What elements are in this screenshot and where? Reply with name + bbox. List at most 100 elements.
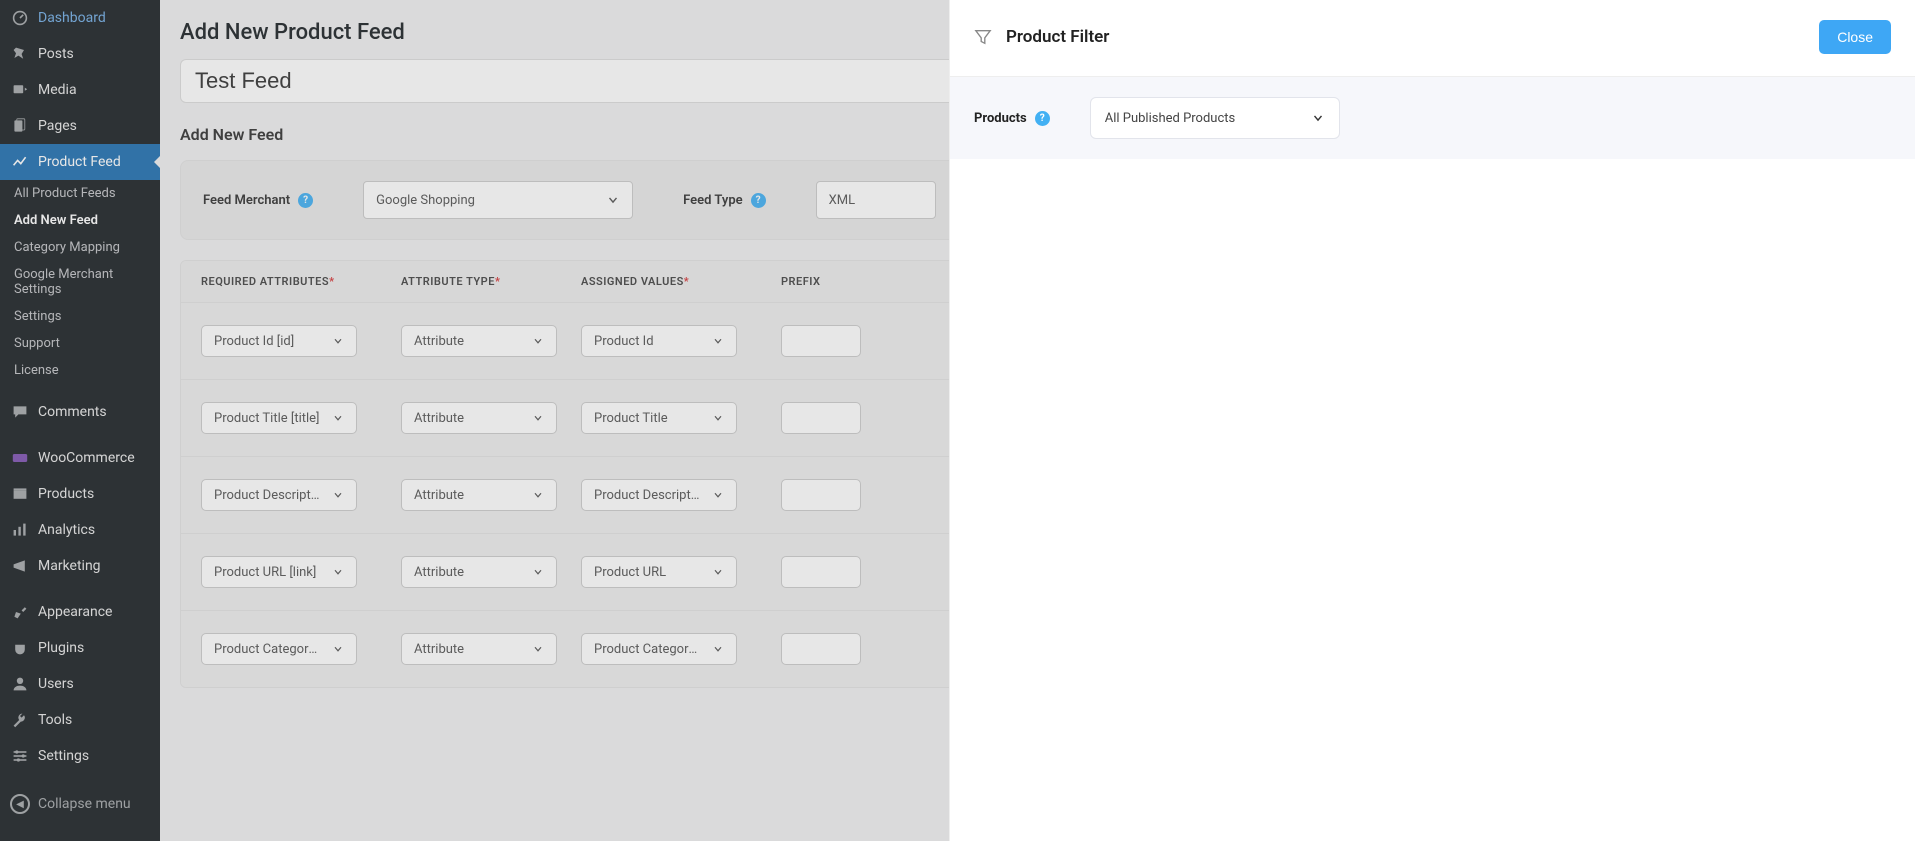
chevron-down-icon bbox=[532, 412, 544, 424]
attr-type-select[interactable]: Attribute bbox=[401, 633, 557, 665]
page-icon bbox=[10, 116, 30, 136]
required-attr-select[interactable]: Product URL [link] bbox=[201, 556, 357, 588]
woo-icon bbox=[10, 448, 30, 468]
sidebar-label: Plugins bbox=[38, 640, 84, 656]
sidebar-item-users[interactable]: Users bbox=[0, 666, 160, 702]
chart-icon bbox=[10, 152, 30, 172]
drawer-header: Product Filter Close bbox=[950, 0, 1915, 77]
dashboard-icon bbox=[10, 8, 30, 28]
prefix-input[interactable] bbox=[781, 556, 861, 588]
feed-type-select[interactable]: XML bbox=[816, 181, 936, 219]
sidebar-sub-google-merchant[interactable]: Google Merchant Settings bbox=[0, 261, 160, 303]
admin-sidebar: Dashboard Posts Media Pages Product Feed… bbox=[0, 0, 160, 841]
sidebar-item-appearance[interactable]: Appearance bbox=[0, 594, 160, 630]
drawer-body: Products ? All Published Products bbox=[950, 77, 1915, 159]
sidebar-sub-category-mapping[interactable]: Category Mapping bbox=[0, 234, 160, 261]
comment-icon bbox=[10, 402, 30, 422]
collapse-label: Collapse menu bbox=[38, 796, 131, 812]
help-icon[interactable]: ? bbox=[298, 193, 313, 208]
sidebar-item-media[interactable]: Media bbox=[0, 72, 160, 108]
assigned-value-select[interactable]: Product Description bbox=[581, 479, 737, 511]
merchant-select[interactable]: Google Shopping bbox=[363, 181, 633, 219]
sidebar-sub-license[interactable]: License bbox=[0, 357, 160, 384]
help-icon[interactable]: ? bbox=[1035, 111, 1050, 126]
required-attr-select[interactable]: Product Id [id] bbox=[201, 325, 357, 357]
sidebar-item-analytics[interactable]: Analytics bbox=[0, 512, 160, 548]
col-prefix: PREFIX bbox=[781, 275, 901, 288]
chevron-down-icon bbox=[532, 643, 544, 655]
sidebar-item-dashboard[interactable]: Dashboard bbox=[0, 0, 160, 36]
tools-icon bbox=[10, 710, 30, 730]
sidebar-item-tools[interactable]: Tools bbox=[0, 702, 160, 738]
feed-type-label: Feed Type ? bbox=[683, 193, 766, 208]
assigned-value-select[interactable]: Product Title bbox=[581, 402, 737, 434]
sidebar-sub-all-feeds[interactable]: All Product Feeds bbox=[0, 180, 160, 207]
prefix-input[interactable] bbox=[781, 479, 861, 511]
collapse-menu[interactable]: ◀ Collapse menu bbox=[0, 784, 160, 824]
help-icon[interactable]: ? bbox=[751, 193, 766, 208]
prefix-input[interactable] bbox=[781, 633, 861, 665]
sidebar-label: Appearance bbox=[38, 604, 112, 620]
products-icon bbox=[10, 484, 30, 504]
users-icon bbox=[10, 674, 30, 694]
sidebar-sub-settings[interactable]: Settings bbox=[0, 303, 160, 330]
col-required-attributes: REQUIRED ATTRIBUTES bbox=[201, 275, 401, 288]
chevron-down-icon bbox=[532, 335, 544, 347]
assigned-value-select[interactable]: Product Categories bbox=[581, 633, 737, 665]
chevron-down-icon bbox=[532, 566, 544, 578]
sidebar-label: Pages bbox=[38, 118, 77, 134]
chevron-down-icon bbox=[712, 643, 724, 655]
sidebar-item-products[interactable]: Products bbox=[0, 476, 160, 512]
sidebar-label: WooCommerce bbox=[38, 450, 135, 466]
required-attr-select[interactable]: Product Description [description] bbox=[201, 479, 357, 511]
sidebar-item-settings[interactable]: Settings bbox=[0, 738, 160, 774]
sidebar-item-pages[interactable]: Pages bbox=[0, 108, 160, 144]
assigned-value-select[interactable]: Product Id bbox=[581, 325, 737, 357]
merchant-label: Feed Merchant ? bbox=[203, 193, 313, 208]
chevron-down-icon bbox=[606, 193, 620, 207]
analytics-icon bbox=[10, 520, 30, 540]
chevron-down-icon bbox=[712, 412, 724, 424]
attr-type-select[interactable]: Attribute bbox=[401, 479, 557, 511]
sidebar-item-woocommerce[interactable]: WooCommerce bbox=[0, 440, 160, 476]
media-icon bbox=[10, 80, 30, 100]
plugins-icon bbox=[10, 638, 30, 658]
required-attr-select[interactable]: Product Title [title] bbox=[201, 402, 357, 434]
marketing-icon bbox=[10, 556, 30, 576]
chevron-down-icon bbox=[1311, 111, 1325, 125]
sidebar-sub-add-new-feed[interactable]: Add New Feed bbox=[0, 207, 160, 234]
chevron-down-icon bbox=[332, 489, 344, 501]
sidebar-item-plugins[interactable]: Plugins bbox=[0, 630, 160, 666]
col-assigned-values: ASSIGNED VALUES bbox=[581, 275, 781, 288]
sidebar-label: Product Feed bbox=[38, 154, 121, 170]
close-button[interactable]: Close bbox=[1819, 20, 1891, 54]
sidebar-item-product-feed[interactable]: Product Feed bbox=[0, 144, 160, 180]
appearance-icon bbox=[10, 602, 30, 622]
sidebar-label: Tools bbox=[38, 712, 72, 728]
prefix-input[interactable] bbox=[781, 325, 861, 357]
sidebar-item-marketing[interactable]: Marketing bbox=[0, 548, 160, 584]
chevron-down-icon bbox=[712, 335, 724, 347]
sidebar-label: Products bbox=[38, 486, 94, 502]
prefix-input[interactable] bbox=[781, 402, 861, 434]
products-select[interactable]: All Published Products bbox=[1090, 97, 1340, 139]
sidebar-sub-support[interactable]: Support bbox=[0, 330, 160, 357]
required-attr-select[interactable]: Product Categories [product_type] bbox=[201, 633, 357, 665]
drawer-title: Product Filter bbox=[974, 27, 1109, 47]
filter-icon bbox=[974, 28, 992, 46]
settings-icon bbox=[10, 746, 30, 766]
assigned-value-select[interactable]: Product URL bbox=[581, 556, 737, 588]
col-attribute-type: ATTRIBUTE TYPE bbox=[401, 275, 581, 288]
sidebar-item-posts[interactable]: Posts bbox=[0, 36, 160, 72]
attr-type-select[interactable]: Attribute bbox=[401, 325, 557, 357]
sidebar-label: Users bbox=[38, 676, 74, 692]
sidebar-item-comments[interactable]: Comments bbox=[0, 394, 160, 430]
chevron-down-icon bbox=[332, 412, 344, 424]
attr-type-select[interactable]: Attribute bbox=[401, 556, 557, 588]
sidebar-label: Analytics bbox=[38, 522, 95, 538]
attr-type-select[interactable]: Attribute bbox=[401, 402, 557, 434]
sidebar-label: Dashboard bbox=[38, 10, 106, 26]
chevron-down-icon bbox=[332, 643, 344, 655]
chevron-down-icon bbox=[532, 489, 544, 501]
chevron-down-icon bbox=[332, 335, 344, 347]
